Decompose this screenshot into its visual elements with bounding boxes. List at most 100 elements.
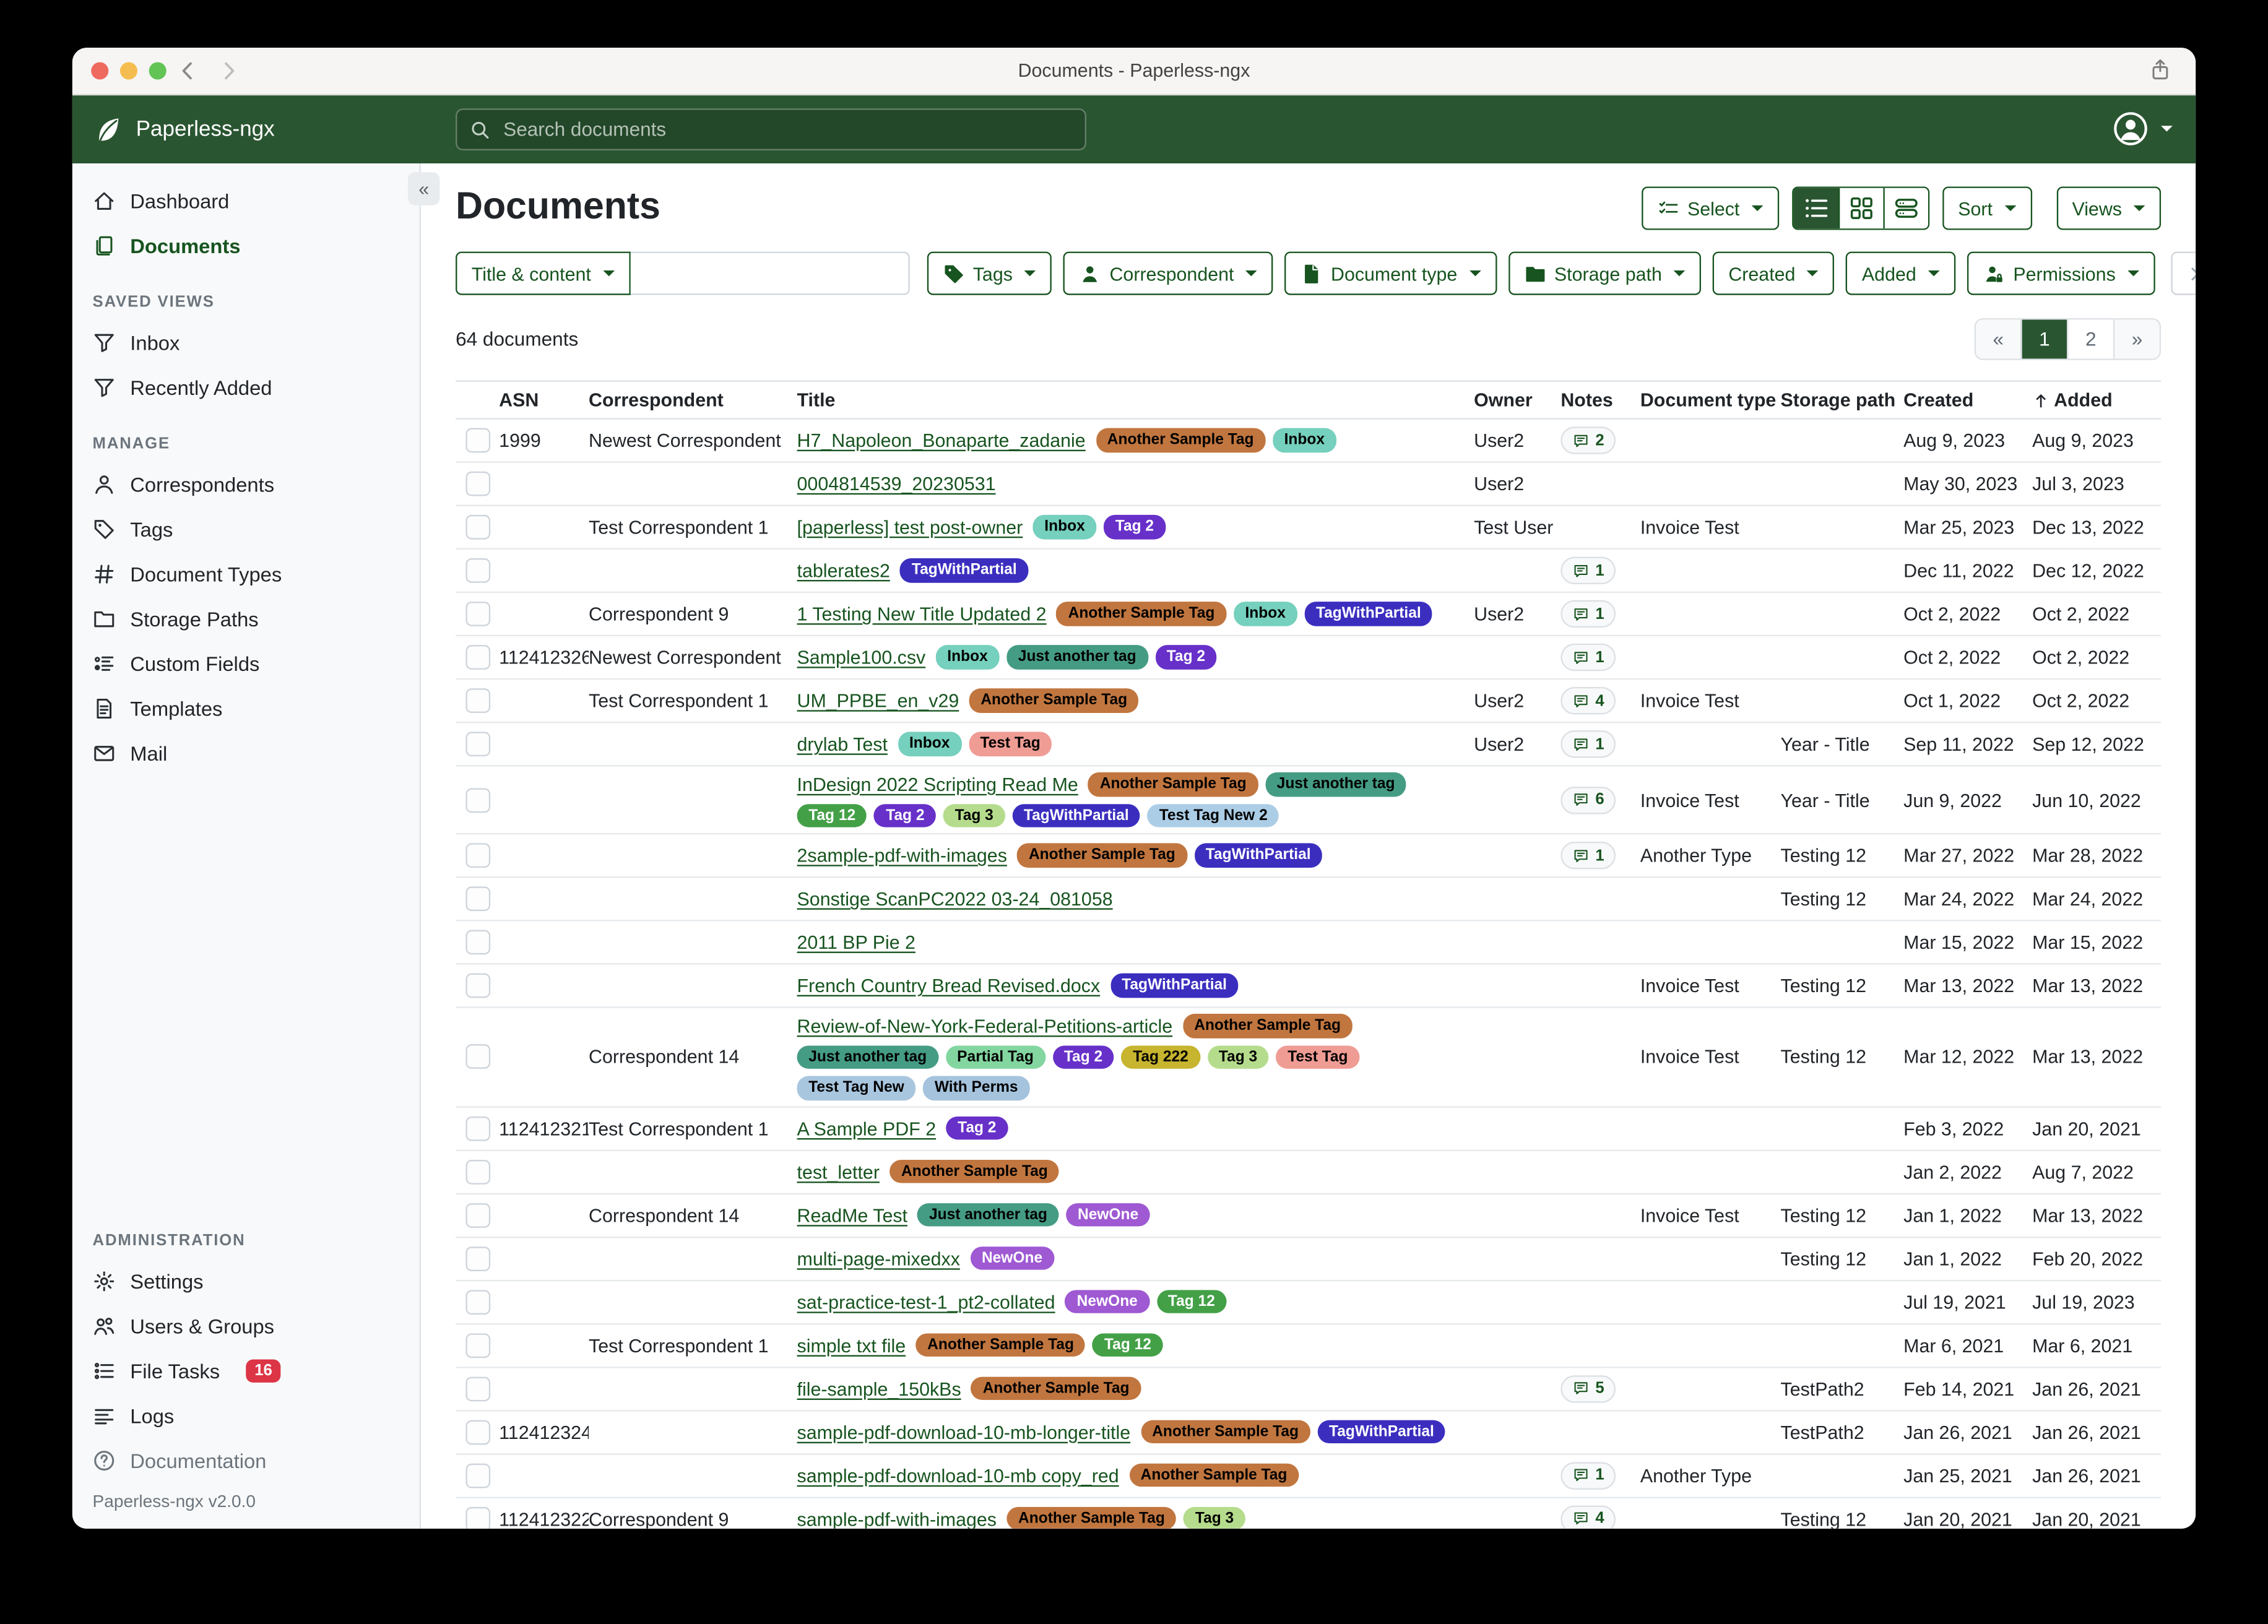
document-link[interactable]: InDesign 2022 Scripting Read Me [797,774,1078,795]
notes-badge[interactable]: 2 [1560,426,1616,454]
tag-badge[interactable]: Tag 3 [1207,1045,1269,1069]
notes-badge[interactable]: 5 [1560,1375,1616,1402]
document-link[interactable]: sat-practice-test-1_pt2-collated [797,1291,1055,1313]
search-input[interactable] [501,117,1072,142]
sidebar-item-recently-added[interactable]: Recently Added [72,365,420,409]
tag-badge[interactable]: Another Sample Tag [1017,844,1187,868]
tag-badge[interactable]: Another Sample Tag [1183,1014,1353,1038]
views-button[interactable]: Views [2056,186,2161,230]
tag-badge[interactable]: Another Sample Tag [915,1333,1085,1357]
document-link[interactable]: Sonstige ScanPC2022 03-24_081058 [797,888,1113,910]
pagination-page-2[interactable]: 2 [2067,319,2113,358]
tag-badge[interactable]: Inbox [1234,602,1297,626]
sidebar-item-documentation[interactable]: Documentation [72,1438,420,1482]
document-checkbox[interactable] [465,974,490,998]
tag-badge[interactable]: Inbox [1273,428,1336,452]
minimize-window-button[interactable] [120,62,137,79]
sidebar-collapse-button[interactable]: « [408,172,439,205]
tag-badge[interactable]: TagWithPartial [1110,974,1239,998]
document-link[interactable]: UM_PPBE_en_v29 [797,690,959,712]
tag-badge[interactable]: TagWithPartial [1317,1420,1445,1444]
tag-badge[interactable]: Tag 2 [946,1116,1008,1140]
document-checkbox[interactable] [465,428,490,453]
tag-badge[interactable]: Another Sample Tag [889,1159,1059,1183]
notes-badge[interactable]: 1 [1560,644,1616,671]
document-checkbox[interactable] [465,1376,490,1401]
document-checkbox[interactable] [465,930,490,955]
notes-badge[interactable]: 6 [1560,786,1616,813]
tag-badge[interactable]: Another Sample Tag [1141,1420,1310,1444]
view-list-button[interactable] [1793,188,1838,228]
document-checkbox[interactable] [465,602,490,626]
document-checkbox[interactable] [465,1159,490,1184]
tag-badge[interactable]: NewOne [1065,1290,1149,1314]
document-checkbox[interactable] [465,1463,490,1488]
document-checkbox[interactable] [465,787,490,812]
column-header-added[interactable]: Added [2032,389,2161,411]
sidebar-item-custom-fields[interactable]: Custom Fields [72,641,420,685]
tag-badge[interactable]: TagWithPartial [1012,803,1140,827]
sidebar-item-correspondents[interactable]: Correspondents [72,461,420,506]
document-link[interactable]: sample-pdf-with-images [797,1508,997,1529]
tag-badge[interactable]: Just another tag [797,1045,938,1069]
document-checkbox[interactable] [465,1246,490,1271]
tag-badge[interactable]: Tag 12 [1093,1333,1162,1357]
document-checkbox[interactable] [465,843,490,868]
document-link[interactable]: Review-of-New-York-Federal-Petitions-art… [797,1015,1173,1037]
document-link[interactable]: sample-pdf-download-10-mb copy_red [797,1464,1119,1486]
tag-badge[interactable]: NewOne [970,1246,1054,1271]
tag-badge[interactable]: Inbox [898,732,961,756]
filter-permissions-dropdown[interactable]: Permissions [1967,252,2155,295]
column-header-storage-path[interactable]: Storage path [1781,389,1904,411]
document-link[interactable]: test_letter [797,1160,880,1182]
view-grid-button[interactable] [1838,188,1882,228]
sidebar-item-document-types[interactable]: Document Types [72,551,420,595]
sidebar-item-storage-paths[interactable]: Storage Paths [72,596,420,641]
column-header-asn[interactable]: ASN [499,389,589,411]
tag-badge[interactable]: Partial Tag [945,1045,1045,1069]
document-link[interactable]: multi-page-mixedxx [797,1247,960,1269]
tag-badge[interactable]: TagWithPartial [1194,844,1322,868]
document-checkbox[interactable] [465,472,490,496]
document-link[interactable]: French Country Bread Revised.docx [797,975,1101,996]
tag-badge[interactable]: Tag 2 [1052,1045,1114,1069]
document-link[interactable]: Sample100.csv [797,647,926,668]
zoom-window-button[interactable] [149,62,167,79]
tag-badge[interactable]: Tag 12 [1156,1290,1226,1314]
notes-badge[interactable]: 4 [1560,1505,1616,1529]
document-checkbox[interactable] [465,688,490,713]
account-menu[interactable] [2112,110,2173,148]
document-link[interactable]: A Sample PDF 2 [797,1117,937,1139]
brand[interactable]: Paperless-ngx [93,113,275,145]
document-link[interactable]: ReadMe Test [797,1204,907,1225]
pagination-prev[interactable]: « [1976,319,2020,358]
document-checkbox[interactable] [465,1420,490,1445]
document-checkbox[interactable] [465,886,490,911]
select-button[interactable]: Select [1641,186,1778,230]
tag-badge[interactable]: Test Tag New 2 [1148,803,1279,827]
sidebar-item-tags[interactable]: Tags [72,506,420,551]
column-header-created[interactable]: Created [1903,389,2032,411]
pagination-next[interactable]: » [2113,319,2160,358]
tag-badge[interactable]: Tag 3 [1184,1506,1245,1529]
tag-badge[interactable]: Test Tag [969,732,1052,756]
tag-badge[interactable]: Another Sample Tag [1088,772,1258,797]
document-link[interactable]: [paperless] test post-owner [797,516,1023,538]
notes-badge[interactable]: 1 [1560,600,1616,628]
title-content-input[interactable] [630,252,909,295]
filter-tags-dropdown[interactable]: Tags [927,252,1052,295]
column-header-notes[interactable]: Notes [1560,389,1640,411]
filter-added-dropdown[interactable]: Added [1846,252,1955,295]
close-window-button[interactable] [91,62,108,79]
sidebar-item-users-groups[interactable]: Users & Groups [72,1303,420,1347]
sidebar-item-mail[interactable]: Mail [72,730,420,775]
forward-icon[interactable] [217,59,240,82]
sort-button[interactable]: Sort [1942,186,2032,230]
tag-badge[interactable]: Tag 2 [875,803,937,827]
reset-filters-button[interactable]: Reset filters [2171,252,2196,295]
column-header-document-type[interactable]: Document type [1640,389,1781,411]
tag-badge[interactable]: TagWithPartial [900,559,1028,583]
sidebar-item-inbox[interactable]: Inbox [72,319,420,364]
document-checkbox[interactable] [465,645,490,670]
tag-badge[interactable]: Another Sample Tag [1096,428,1265,452]
